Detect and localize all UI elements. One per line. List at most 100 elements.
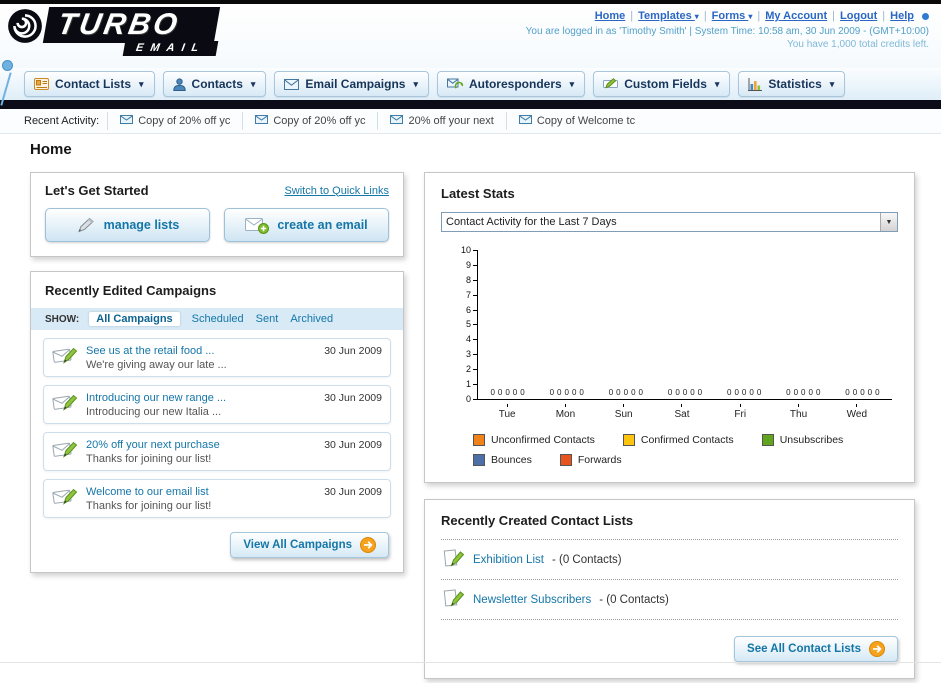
show-label: SHOW: xyxy=(45,313,80,325)
legend-swatch xyxy=(761,434,774,446)
get-started-panel: Let's Get Started Switch to Quick Links … xyxy=(30,172,404,257)
campaign-date: 30 Jun 2009 xyxy=(324,345,382,357)
filter-all-campaigns[interactable]: All Campaigns xyxy=(89,312,180,326)
value-label: 0 xyxy=(682,388,688,397)
tab-statistics[interactable]: Statistics ▾ xyxy=(738,71,846,97)
campaign-subtitle: Thanks for joining our list! xyxy=(86,499,212,512)
pencil-icon xyxy=(76,216,96,234)
campaign-title-link[interactable]: 20% off your next purchase xyxy=(86,439,316,451)
value-label: 0 xyxy=(616,388,621,397)
y-axis-label: 10 xyxy=(455,246,477,255)
tab-email-campaigns[interactable]: Email Campaigns ▾ xyxy=(274,71,429,97)
value-label: 0 xyxy=(815,388,821,397)
value-label: 0 xyxy=(734,388,739,397)
value-label: 0 xyxy=(875,388,880,397)
create-email-button[interactable]: create an email xyxy=(224,208,389,242)
campaign-subtitle: Introducing our new Italia ... xyxy=(86,405,222,418)
logo-turbo-text: TURBO xyxy=(42,7,221,43)
campaign-text: Welcome to our email list Thanks for join… xyxy=(86,486,316,512)
envelope-plus-icon xyxy=(245,216,270,234)
tab-custom-fields[interactable]: Custom Fields ▾ xyxy=(593,71,731,97)
campaign-title-link[interactable]: Introducing our new range ... xyxy=(86,392,316,404)
recent-activity-item-label: Copy of 20% off yc xyxy=(273,114,366,127)
campaign-item[interactable]: 20% off your next purchase Thanks for joi… xyxy=(43,432,391,471)
envelope-icon xyxy=(120,114,134,127)
contact-list-link[interactable]: Exhibition List xyxy=(473,554,544,566)
activity-dropdown[interactable]: Contact Activity for the Last 7 Days ▼ xyxy=(441,212,898,232)
campaign-text: See us at the retail food ... We're givin… xyxy=(86,345,316,371)
value-label: 0 xyxy=(741,388,747,397)
value-label: 0 xyxy=(675,388,680,397)
y-axis-label: 6 xyxy=(455,305,477,315)
x-axis-label: Sat xyxy=(653,404,711,420)
chevron-down-icon: ▾ xyxy=(829,78,835,89)
filter-scheduled[interactable]: Scheduled xyxy=(192,313,244,325)
tab-autoresponders[interactable]: Autoresponders ▾ xyxy=(436,71,586,97)
campaign-filter-bar: SHOW: All Campaigns Scheduled Sent Archived xyxy=(31,308,403,330)
legend-swatch xyxy=(559,454,572,466)
bar-group: 00000 xyxy=(478,388,537,398)
main-nav: Contact Lists ▾ Contacts ▾ Email Campaigns ▾ A… xyxy=(0,68,941,100)
chevron-down-icon: ▾ xyxy=(139,78,144,89)
manage-lists-button[interactable]: manage lists xyxy=(45,208,210,242)
filter-archived[interactable]: Archived xyxy=(290,313,333,325)
value-label: 0 xyxy=(638,388,643,397)
legend-swatch xyxy=(473,434,485,446)
campaign-title-link[interactable]: See us at the retail food ... xyxy=(86,345,316,357)
create-email-label: create an email xyxy=(277,218,368,232)
recent-activity-item-label: Copy of Welcome tc xyxy=(536,114,636,127)
get-started-title: Let's Get Started xyxy=(45,183,149,198)
value-label: 0 xyxy=(690,388,695,397)
legend-item: Forwards xyxy=(559,454,622,466)
y-axis-label: 3 xyxy=(455,350,477,359)
nav-link-help[interactable]: Help xyxy=(890,10,914,22)
separator: | xyxy=(832,10,836,22)
switch-quick-links-link[interactable]: Switch to Quick Links xyxy=(284,185,389,197)
separator: | xyxy=(703,10,707,22)
campaign-item[interactable]: Welcome to our email list Thanks for join… xyxy=(43,479,391,518)
bar-group: 00000 xyxy=(655,388,714,398)
chart-y-axis: 10 9 8 7 6 5 4 3 2 1 0 xyxy=(455,246,477,404)
envelope-icon xyxy=(518,114,532,127)
legend-swatch xyxy=(622,434,635,446)
tab-label: Statistics xyxy=(768,77,822,91)
tab-label: Contact Lists xyxy=(55,77,132,91)
nav-link-templates[interactable]: Templates ▾ xyxy=(638,10,699,22)
recent-activity-item[interactable]: Copy of 20% off yc xyxy=(107,112,242,130)
nav-link-my-account[interactable]: My Account xyxy=(765,10,827,22)
pencil-page-icon xyxy=(443,548,465,571)
campaign-item[interactable]: Introducing our new range ... Introducing… xyxy=(43,385,391,424)
x-axis-label: Tue xyxy=(478,404,536,420)
y-axis-label: 0 xyxy=(455,394,477,404)
nav-link-forms[interactable]: Forms ▾ xyxy=(712,10,753,22)
campaign-title-link[interactable]: Welcome to our email list xyxy=(86,486,316,498)
legend-row: Unconfirmed Contacts Confirmed Contacts Un… xyxy=(473,434,898,446)
nav-link-home[interactable]: Home xyxy=(595,10,626,22)
envelope-pencil-icon xyxy=(52,391,78,418)
recent-activity-item[interactable]: Copy of 20% off yc xyxy=(242,112,377,130)
campaign-item[interactable]: See us at the retail food ... We're givin… xyxy=(43,338,391,377)
recent-activity-item-label: Copy of 20% off yc xyxy=(138,114,231,127)
tab-contact-lists[interactable]: Contact Lists ▾ xyxy=(24,71,155,97)
y-axis-label: 7 xyxy=(455,290,477,300)
filter-sent[interactable]: Sent xyxy=(256,313,279,325)
campaign-filters: All Campaigns Scheduled Sent Archived xyxy=(89,312,333,326)
logo[interactable]: TURBO EMAIL xyxy=(6,7,221,56)
recent-activity-item[interactable]: 20% off your next xyxy=(377,112,505,130)
nav-link-logout[interactable]: Logout xyxy=(840,10,877,22)
tab-contacts[interactable]: Contacts ▾ xyxy=(162,71,267,97)
campaign-text: 20% off your next purchase Thanks for joi… xyxy=(86,439,316,465)
contact-lists-panel: Recently Created Contact Lists Exhibitio… xyxy=(424,499,915,679)
contact-list-item[interactable]: Newsletter Subscribers - (0 Contacts) xyxy=(441,580,898,620)
legend-item: Bounces xyxy=(473,454,532,466)
legend-label: Bounces xyxy=(491,454,532,466)
contact-list-link[interactable]: Newsletter Subscribers xyxy=(473,594,591,606)
contact-list-item[interactable]: Exhibition List - (0 Contacts) xyxy=(441,540,898,580)
campaign-subtitle: Thanks for joining our list! xyxy=(86,452,212,465)
value-label: 0 xyxy=(490,388,495,397)
view-all-campaigns-button[interactable]: View All Campaigns xyxy=(230,532,389,558)
view-all-campaigns-label: View All Campaigns xyxy=(243,539,352,551)
separator: | xyxy=(630,10,634,22)
see-all-contact-lists-button[interactable]: See All Contact Lists xyxy=(734,636,898,662)
recent-activity-item[interactable]: Copy of Welcome tc xyxy=(505,112,647,130)
